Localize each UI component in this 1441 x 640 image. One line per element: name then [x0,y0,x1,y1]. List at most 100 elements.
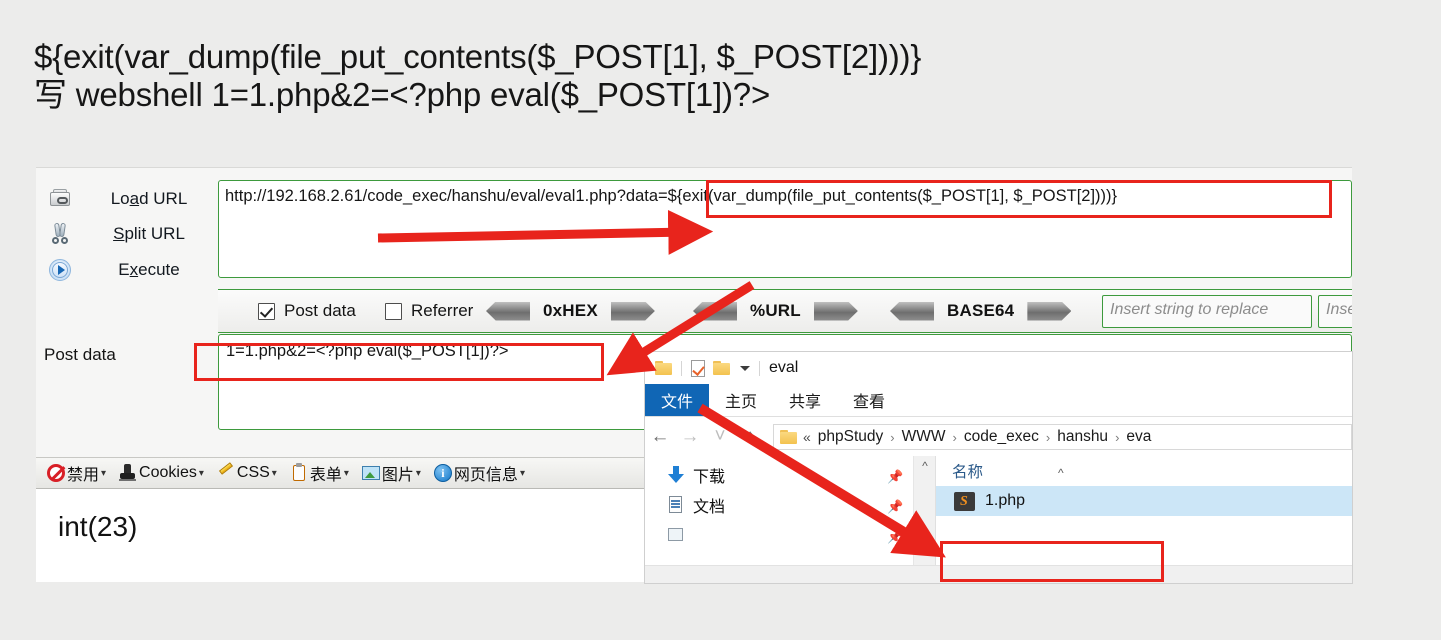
recent-locations-button[interactable]: ˅ [705,426,735,448]
post-data-checkbox[interactable]: Post data [258,301,356,321]
execute-button[interactable]: Execute [44,255,218,285]
base64-decode-button[interactable] [890,301,934,321]
explorer-title-bar: eval [645,352,1352,384]
file-name: 1.php [985,492,1026,509]
hex-codec-group: 0xHEX [486,299,655,323]
info-icon: i [433,464,452,482]
checkbox-box-unchecked [385,302,402,320]
hex-encode-button[interactable] [610,301,655,321]
devbar-item-pageinfo[interactable]: i 网页信息 ▾ [429,460,530,486]
nav-item-downloads[interactable]: 下载 📌 [645,460,913,490]
clipboard-icon [290,463,308,482]
pin-icon[interactable]: 📌 [887,469,903,484]
title-line-2: 写 webshell 1=1.php&2=<?php eval($_POST[1… [34,76,771,113]
pin-icon[interactable]: 📌 [887,529,903,544]
devbar-item-cookies[interactable]: Cookies ▾ [114,460,209,486]
divider [759,360,760,376]
breadcrumb-item-code-exec[interactable]: code_exec [964,428,1039,446]
post-data-label: Post data [44,345,116,364]
load-url-button[interactable]: Load URL [44,184,218,214]
devbar-label-disable: 禁用 [67,467,100,484]
chevron-down-icon: ▾ [271,467,277,479]
ribbon-tab-share[interactable]: 共享 [773,384,837,416]
url-codec-label: %URL [750,301,801,320]
php-file-icon: S [954,491,975,511]
url-payload-highlight [706,180,1332,218]
title-line-1: ${exit(var_dump(file_put_contents($_POST… [34,38,922,75]
scissors-icon [48,222,72,246]
breadcrumb-item-eval[interactable]: eva [1126,428,1151,446]
column-header-name: 名称 [952,464,984,481]
ribbon-tab-file[interactable]: 文件 [645,384,710,416]
referrer-checkbox-label: Referrer [411,301,474,320]
scroll-up-icon[interactable]: ^ [914,456,936,476]
pin-icon[interactable]: 📌 [887,499,903,514]
back-button[interactable]: ← [645,426,675,448]
devbar-item-forms[interactable]: 表单 ▾ [285,460,354,486]
hackbar-action-column: Load URL Split URL Execute [36,167,218,457]
explorer-ribbon-tabs: 文件 主页 共享 查看 [645,384,1352,417]
play-icon [48,258,72,282]
url-codec-group: %URL [693,299,858,323]
breadcrumb-item-hanshu[interactable]: hanshu [1057,428,1108,446]
devbar-label-images: 图片 [381,467,414,484]
php-file-highlight [940,541,1164,582]
hex-codec-label: 0xHEX [543,301,598,320]
breadcrumb-separator: › [890,429,895,445]
load-url-icon [48,187,72,211]
chevron-down-icon: ▾ [101,467,107,479]
nav-label-documents: 文档 [693,499,726,516]
nav-item-pictures[interactable]: 📌 [645,520,913,550]
devbar-label-cookies: Cookies [139,464,197,481]
replace-search-input[interactable]: Insert string to replace [1102,295,1312,328]
breadcrumb-item-www[interactable]: WWW [902,428,946,446]
replace-with-input[interactable]: Insert string [1318,295,1352,328]
devbar-item-images[interactable]: 图片 ▾ [357,460,426,486]
nav-item-documents[interactable]: 文档 📌 [645,490,913,520]
split-url-label: Split URL [113,224,185,243]
url-encode-button[interactable] [813,301,858,321]
chevron-down-icon[interactable] [740,365,750,371]
picture-icon [667,526,685,544]
referrer-checkbox[interactable]: Referrer [385,301,473,321]
post-data-checkbox-label: Post data [284,301,356,320]
breadcrumb-item-phpstudy[interactable]: phpStudy [818,428,884,446]
chevron-down-icon: ▾ [343,467,349,479]
navigation-pane-scrollbar[interactable]: ^ [914,456,936,565]
divider [681,360,682,376]
chevron-down-icon: ▾ [519,467,525,479]
folder-icon [655,361,672,375]
ribbon-tab-view[interactable]: 查看 [837,384,901,416]
checkbox-box-checked [258,302,275,320]
explorer-address-bar: ← → ˅ ↑ « phpStudy › WWW › code_exec › h… [645,418,1352,456]
split-url-button[interactable]: Split URL [44,219,218,249]
up-button[interactable]: ↑ [735,426,765,448]
hex-decode-button[interactable] [486,301,530,321]
nav-label-downloads: 下载 [693,469,726,486]
breadcrumb-overflow[interactable]: « [803,429,811,445]
hackbar-options-toolbar: Post data Referrer 0xHEX %URL BASE64 Ins… [218,289,1352,333]
sort-ascending-icon: ^ [1058,466,1064,480]
base64-encode-button[interactable] [1027,301,1072,321]
navigation-pane: 下载 📌 文档 📌 📌 [645,456,914,565]
image-icon [361,464,380,482]
file-list-header[interactable]: 名称 ^ [936,456,1352,486]
url-decode-button[interactable] [693,301,737,321]
file-list-row[interactable]: S 1.php [936,486,1352,516]
devbar-item-css[interactable]: CSS ▾ [212,460,282,486]
screenshot-root: ${exit(var_dump(file_put_contents($_POST… [0,0,1441,640]
base64-codec-group: BASE64 [890,299,1072,323]
document-icon [667,496,685,514]
new-folder-icon[interactable] [713,361,730,375]
post-data-highlight [194,343,604,381]
ribbon-tab-home[interactable]: 主页 [709,384,773,416]
forward-button[interactable]: → [675,426,705,448]
devbar-label-css: CSS [236,464,270,481]
base64-codec-label: BASE64 [947,301,1015,320]
ban-icon [47,464,65,482]
devbar-item-disable[interactable]: 禁用 ▾ [42,460,111,486]
folder-icon [780,430,797,444]
breadcrumb[interactable]: « phpStudy › WWW › code_exec › hanshu › … [773,424,1352,450]
load-url-label: Load URL [110,189,188,208]
checklist-icon[interactable] [691,359,705,377]
